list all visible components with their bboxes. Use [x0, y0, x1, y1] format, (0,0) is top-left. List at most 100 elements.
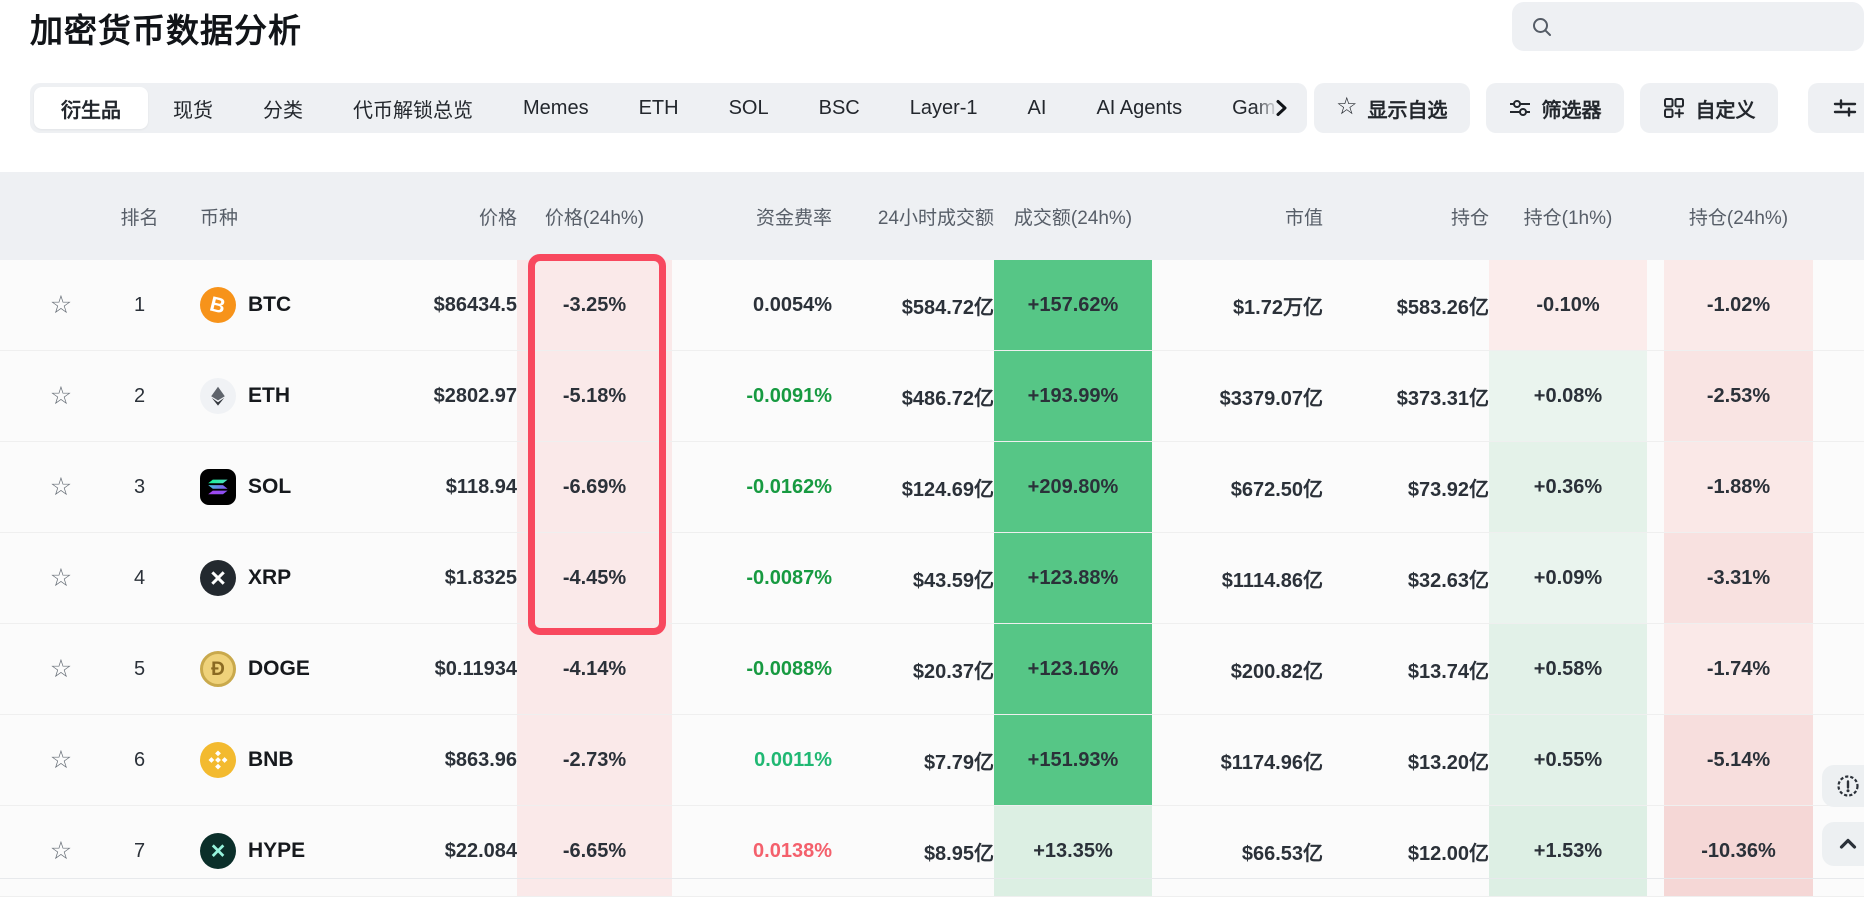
feedback-button[interactable]	[1822, 765, 1864, 807]
table-row[interactable]: ☆7×HYPE$22.084-6.65%0.0138%$8.95亿+13.35%…	[0, 806, 1864, 897]
cell-value: $1174.96亿	[1221, 746, 1323, 775]
market-cap-cell: $1.72万亿	[1152, 260, 1323, 350]
tab-sol[interactable]: SOL	[704, 97, 794, 120]
column-gap	[1647, 351, 1664, 441]
favorite-star-icon[interactable]: ☆	[50, 657, 72, 682]
market-cap-cell: $1174.96亿	[1152, 715, 1323, 805]
favorite-star-icon[interactable]: ☆	[50, 293, 72, 318]
table-row[interactable]: ☆6BNB$863.96-2.73%0.0011%$7.79亿+151.93%$…	[0, 715, 1864, 806]
cell-value: +0.08%	[1534, 385, 1602, 408]
scroll-top-button[interactable]	[1822, 822, 1864, 866]
tab-derivatives[interactable]: 衍生品	[34, 87, 148, 129]
category-tabs: 衍生品现货分类代币解锁总览MemesETHSOLBSCLayer-1AIAI A…	[30, 83, 1307, 133]
cell-value: +157.62%	[1028, 294, 1119, 317]
header-rank[interactable]: 排名	[92, 172, 187, 260]
open-interest-cell: $32.63亿	[1323, 533, 1489, 623]
market-cap-cell: $1114.86亿	[1152, 533, 1323, 623]
cell-value: $13.74亿	[1408, 655, 1489, 684]
tab-eth[interactable]: ETH	[614, 97, 704, 120]
cell-value: $73.92亿	[1408, 473, 1489, 502]
tab-layer-1[interactable]: Layer-1	[885, 97, 1003, 120]
oi-24h-change-cell: -1.74%	[1664, 624, 1813, 714]
table-row[interactable]: ☆1BBTC$86434.5-3.25%0.0054%$584.72亿+157.…	[0, 260, 1864, 351]
favorite-cell: ☆	[30, 260, 92, 350]
tab-memes[interactable]: Memes	[498, 97, 614, 120]
oi-1h-change-cell: -0.10%	[1489, 260, 1647, 350]
tabs-scroll-right-chevron-icon[interactable]	[1255, 83, 1307, 133]
coin-symbol: BNB	[248, 748, 294, 772]
oi-1h-change-cell: +0.55%	[1489, 715, 1647, 805]
cell-value: $0.11934	[435, 658, 517, 681]
favorite-star-icon[interactable]: ☆	[50, 748, 72, 773]
favorite-star-icon[interactable]: ☆	[50, 475, 72, 500]
coin-cell: ÐDOGE	[187, 624, 367, 714]
button-label: 自定义	[1696, 94, 1756, 123]
oi-24h-change-cell: -1.88%	[1664, 442, 1813, 532]
oi-1h-change-cell: +0.08%	[1489, 351, 1647, 441]
price-cell: $2802.97	[367, 351, 517, 441]
tab-categories[interactable]: 分类	[238, 94, 328, 123]
header-volume-24h-change[interactable]: 成交额(24h%)	[994, 172, 1152, 260]
customize-button[interactable]: 自定义	[1640, 83, 1778, 133]
header-price-24h-change[interactable]: 价格(24h%)	[517, 172, 672, 260]
cell-value: -3.25%	[563, 294, 626, 317]
adjustments-button[interactable]	[1808, 83, 1864, 133]
volume-cell: $124.69亿	[832, 442, 994, 532]
coin-glyph: ×	[210, 565, 226, 592]
favorite-cell: ☆	[30, 806, 92, 896]
header-gap	[1647, 172, 1664, 260]
tab-token-unlocks[interactable]: 代币解锁总览	[328, 94, 498, 123]
coin-cell: ×HYPE	[187, 806, 367, 896]
header-24h-volume[interactable]: 24小时成交额	[832, 172, 994, 260]
coin-icon-hype: ×	[200, 833, 236, 869]
cell-value: 3	[134, 476, 145, 499]
table-row[interactable]: ☆2ETH$2802.97-5.18%-0.0091%$486.72亿+193.…	[0, 351, 1864, 442]
volume-change-cell: +13.35%	[994, 806, 1152, 896]
price-change-cell: -4.45%	[517, 533, 672, 623]
header-oi-1h-change[interactable]: 持仓(1h%)	[1489, 172, 1647, 260]
price-cell: $86434.5	[367, 260, 517, 350]
open-interest-cell: $583.26亿	[1323, 260, 1489, 350]
cell-value: -10.36%	[1701, 840, 1776, 863]
show-favorites-button[interactable]: ☆显示自选	[1314, 83, 1470, 133]
favorite-star-icon[interactable]: ☆	[50, 566, 72, 591]
coin-icon-bnb	[200, 742, 236, 778]
filter-button[interactable]: 筛选器	[1486, 83, 1624, 133]
coin-cell: ×XRP	[187, 533, 367, 623]
cell-value: $66.53亿	[1242, 837, 1323, 866]
cell-value: $373.31亿	[1397, 382, 1489, 411]
table-row[interactable]: ☆3SOL$118.94-6.69%-0.0162%$124.69亿+209.8…	[0, 442, 1864, 533]
coin-cell: ETH	[187, 351, 367, 441]
tab-bsc[interactable]: BSC	[794, 97, 885, 120]
button-label: 显示自选	[1368, 94, 1448, 123]
search-icon	[1530, 15, 1554, 39]
open-interest-cell: $373.31亿	[1323, 351, 1489, 441]
feedback-badge-icon	[1835, 773, 1861, 799]
search-input[interactable]	[1564, 16, 1850, 37]
table-row[interactable]: ☆5ÐDOGE$0.11934-4.14%-0.0088%$20.37亿+123…	[0, 624, 1864, 715]
tab-ai[interactable]: AI	[1003, 97, 1072, 120]
volume-cell: $7.79亿	[832, 715, 994, 805]
header-price[interactable]: 价格	[367, 172, 517, 260]
column-gap	[1647, 715, 1664, 805]
header-funding-rate[interactable]: 资金费率	[672, 172, 832, 260]
coin-icon-xrp: ×	[200, 560, 236, 596]
cell-value: $22.084	[445, 840, 517, 863]
cell-value: $486.72亿	[902, 382, 994, 411]
header-coin[interactable]: 币种	[187, 172, 367, 260]
favorite-star-icon[interactable]: ☆	[50, 384, 72, 409]
tab-ai-agents[interactable]: AI Agents	[1071, 97, 1207, 120]
coin-icon-eth	[200, 378, 236, 414]
funding-rate-cell: -0.0087%	[672, 533, 832, 623]
funding-rate-cell: -0.0091%	[672, 351, 832, 441]
header-open-interest[interactable]: 持仓	[1323, 172, 1489, 260]
table-row[interactable]: ☆4×XRP$1.8325-4.45%-0.0087%$43.59亿+123.8…	[0, 533, 1864, 624]
price-cell: $863.96	[367, 715, 517, 805]
cell-value: -0.0088%	[746, 658, 832, 681]
header-market-cap[interactable]: 市值	[1152, 172, 1323, 260]
favorite-star-icon[interactable]: ☆	[50, 839, 72, 864]
price-cell: $0.11934	[367, 624, 517, 714]
header-oi-24h-change[interactable]: 持仓(24h%)	[1664, 172, 1813, 260]
cell-value: $1.8325	[445, 567, 517, 590]
tab-spot[interactable]: 现货	[148, 94, 238, 123]
